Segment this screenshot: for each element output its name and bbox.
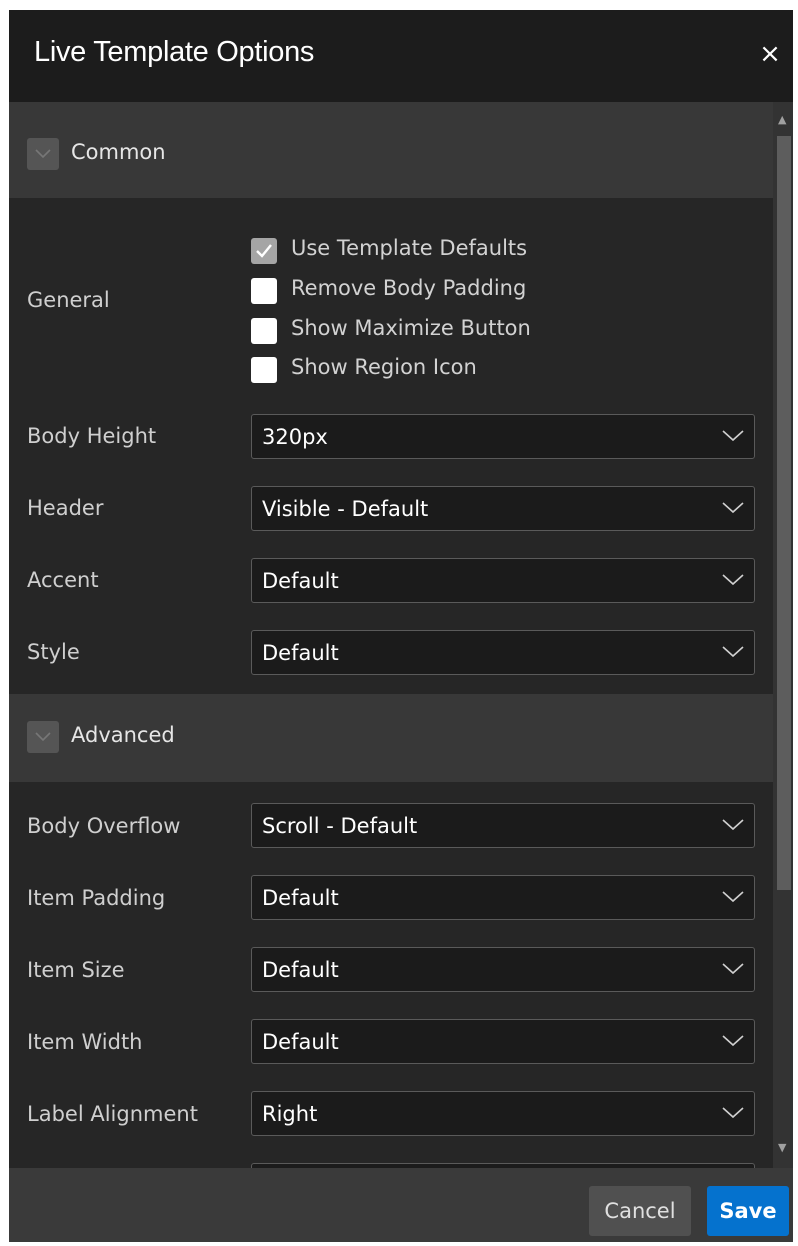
checkbox-label: Remove Body Padding: [291, 276, 527, 300]
checkbox-label: Show Region Icon: [291, 355, 477, 379]
select-value: Default: [262, 958, 339, 982]
scroll-down-icon[interactable]: ▼: [778, 1142, 786, 1154]
chevron-down-icon: [722, 891, 744, 903]
dialog-titlebar: Live Template Options ×: [9, 10, 793, 102]
select-value: Default: [262, 569, 339, 593]
scrollbar-thumb[interactable]: [777, 136, 791, 890]
select-value: Default: [262, 1030, 339, 1054]
checkbox-show-maximize-button[interactable]: [251, 318, 277, 344]
body-overflow-select[interactable]: Scroll - Default: [251, 803, 755, 848]
select-value: Default: [262, 886, 339, 910]
style-select[interactable]: Default: [251, 630, 755, 675]
field-label-item-padding: Item Padding: [27, 886, 166, 910]
chevron-down-icon: [722, 963, 744, 975]
field-label-general: General: [27, 288, 110, 312]
chevron-down-icon[interactable]: [27, 721, 59, 753]
field-label-item-width: Item Width: [27, 1030, 143, 1054]
select-value: Right: [262, 1102, 318, 1126]
chevron-down-icon: [722, 574, 744, 586]
item-width-select[interactable]: Default: [251, 1019, 755, 1064]
dialog-title: Live Template Options: [34, 36, 315, 68]
checkbox-show-region-icon[interactable]: [251, 357, 277, 383]
field-label-label-alignment: Label Alignment: [27, 1102, 198, 1126]
checkbox-use-template-defaults[interactable]: [251, 238, 277, 264]
field-label-body-height: Body Height: [27, 424, 157, 448]
select-value: Visible - Default: [262, 497, 429, 521]
live-template-options-dialog: Live Template Options × Common General U…: [9, 10, 793, 1242]
chevron-down-icon: [722, 646, 744, 658]
section-label-common: Common: [71, 140, 166, 164]
chevron-down-icon: [722, 1035, 744, 1047]
scroll-up-icon[interactable]: ▲: [778, 114, 786, 126]
item-padding-select[interactable]: Default: [251, 875, 755, 920]
field-label-style: Style: [27, 640, 80, 664]
checkbox-remove-body-padding[interactable]: [251, 278, 277, 304]
dialog-body: Common General Use Template Defaults Rem…: [9, 102, 773, 1168]
section-label-advanced: Advanced: [71, 723, 175, 747]
chevron-down-icon[interactable]: [27, 138, 59, 170]
accent-select[interactable]: Default: [251, 558, 755, 603]
dialog-footer: Cancel Save: [9, 1168, 793, 1242]
chevron-down-icon: [722, 819, 744, 831]
checkbox-label: Use Template Defaults: [291, 236, 528, 260]
select-value: Scroll - Default: [262, 814, 418, 838]
label-alignment-select[interactable]: Right: [251, 1091, 755, 1136]
checkbox-label: Show Maximize Button: [291, 316, 531, 340]
chevron-down-icon: [722, 502, 744, 514]
close-icon[interactable]: ×: [753, 34, 787, 74]
chevron-down-icon: [722, 1107, 744, 1119]
body-height-select[interactable]: 320px: [251, 414, 755, 459]
field-label-item-size: Item Size: [27, 958, 125, 982]
dialog-scrollbar[interactable]: ▲ ▼: [773, 102, 793, 1168]
save-button[interactable]: Save: [707, 1186, 789, 1236]
section-header-advanced[interactable]: Advanced: [9, 694, 773, 782]
section-header-common[interactable]: Common: [9, 102, 773, 198]
select-value: 320px: [262, 425, 328, 449]
cancel-button[interactable]: Cancel: [589, 1186, 691, 1236]
field-label-body-overflow: Body Overflow: [27, 814, 181, 838]
field-label-header: Header: [27, 496, 104, 520]
select-value: Default: [262, 641, 339, 665]
field-label-accent: Accent: [27, 568, 99, 592]
item-size-select[interactable]: Default: [251, 947, 755, 992]
header-select[interactable]: Visible - Default: [251, 486, 755, 531]
chevron-down-icon: [722, 430, 744, 442]
